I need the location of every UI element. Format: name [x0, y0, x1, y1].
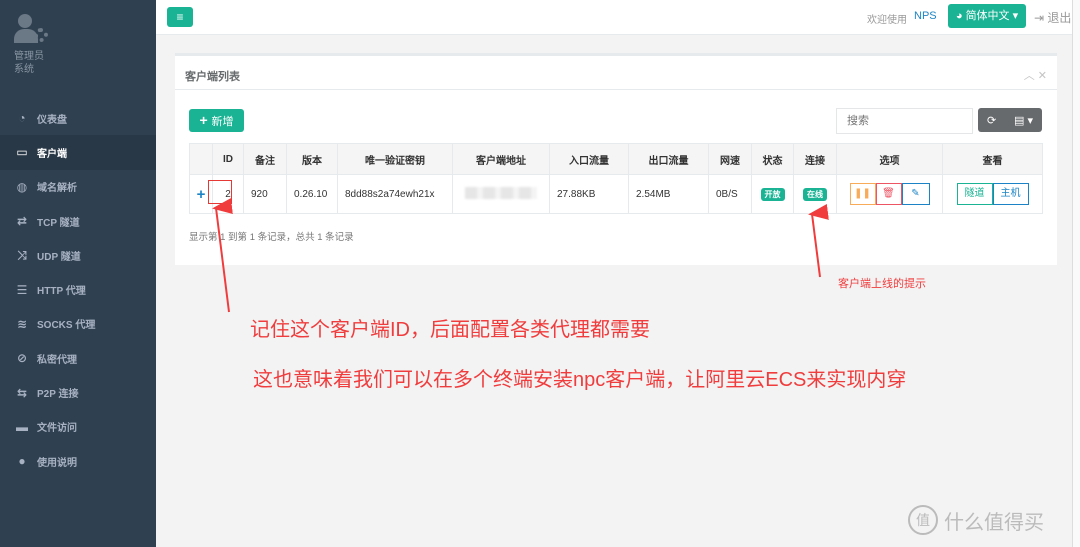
- watermark-text: 什么值得买: [944, 511, 1044, 534]
- arrow-to-online: [808, 204, 829, 278]
- arrow-to-id: [212, 198, 233, 313]
- online-hint-annotation: 客户端上线的提示: [838, 278, 926, 290]
- annotation-arrows: [212, 198, 829, 313]
- watermark-logo-icon: 值: [908, 505, 938, 535]
- annotation-line-1: 记住这个客户端ID，后面配置各类代理都需要: [250, 319, 650, 341]
- annotation-line-2: 这也意味着我们可以在多个终端安装npc客户端，让阿里云ECS来实现内穿: [253, 369, 907, 391]
- watermark: 值什么值得买: [908, 505, 1044, 535]
